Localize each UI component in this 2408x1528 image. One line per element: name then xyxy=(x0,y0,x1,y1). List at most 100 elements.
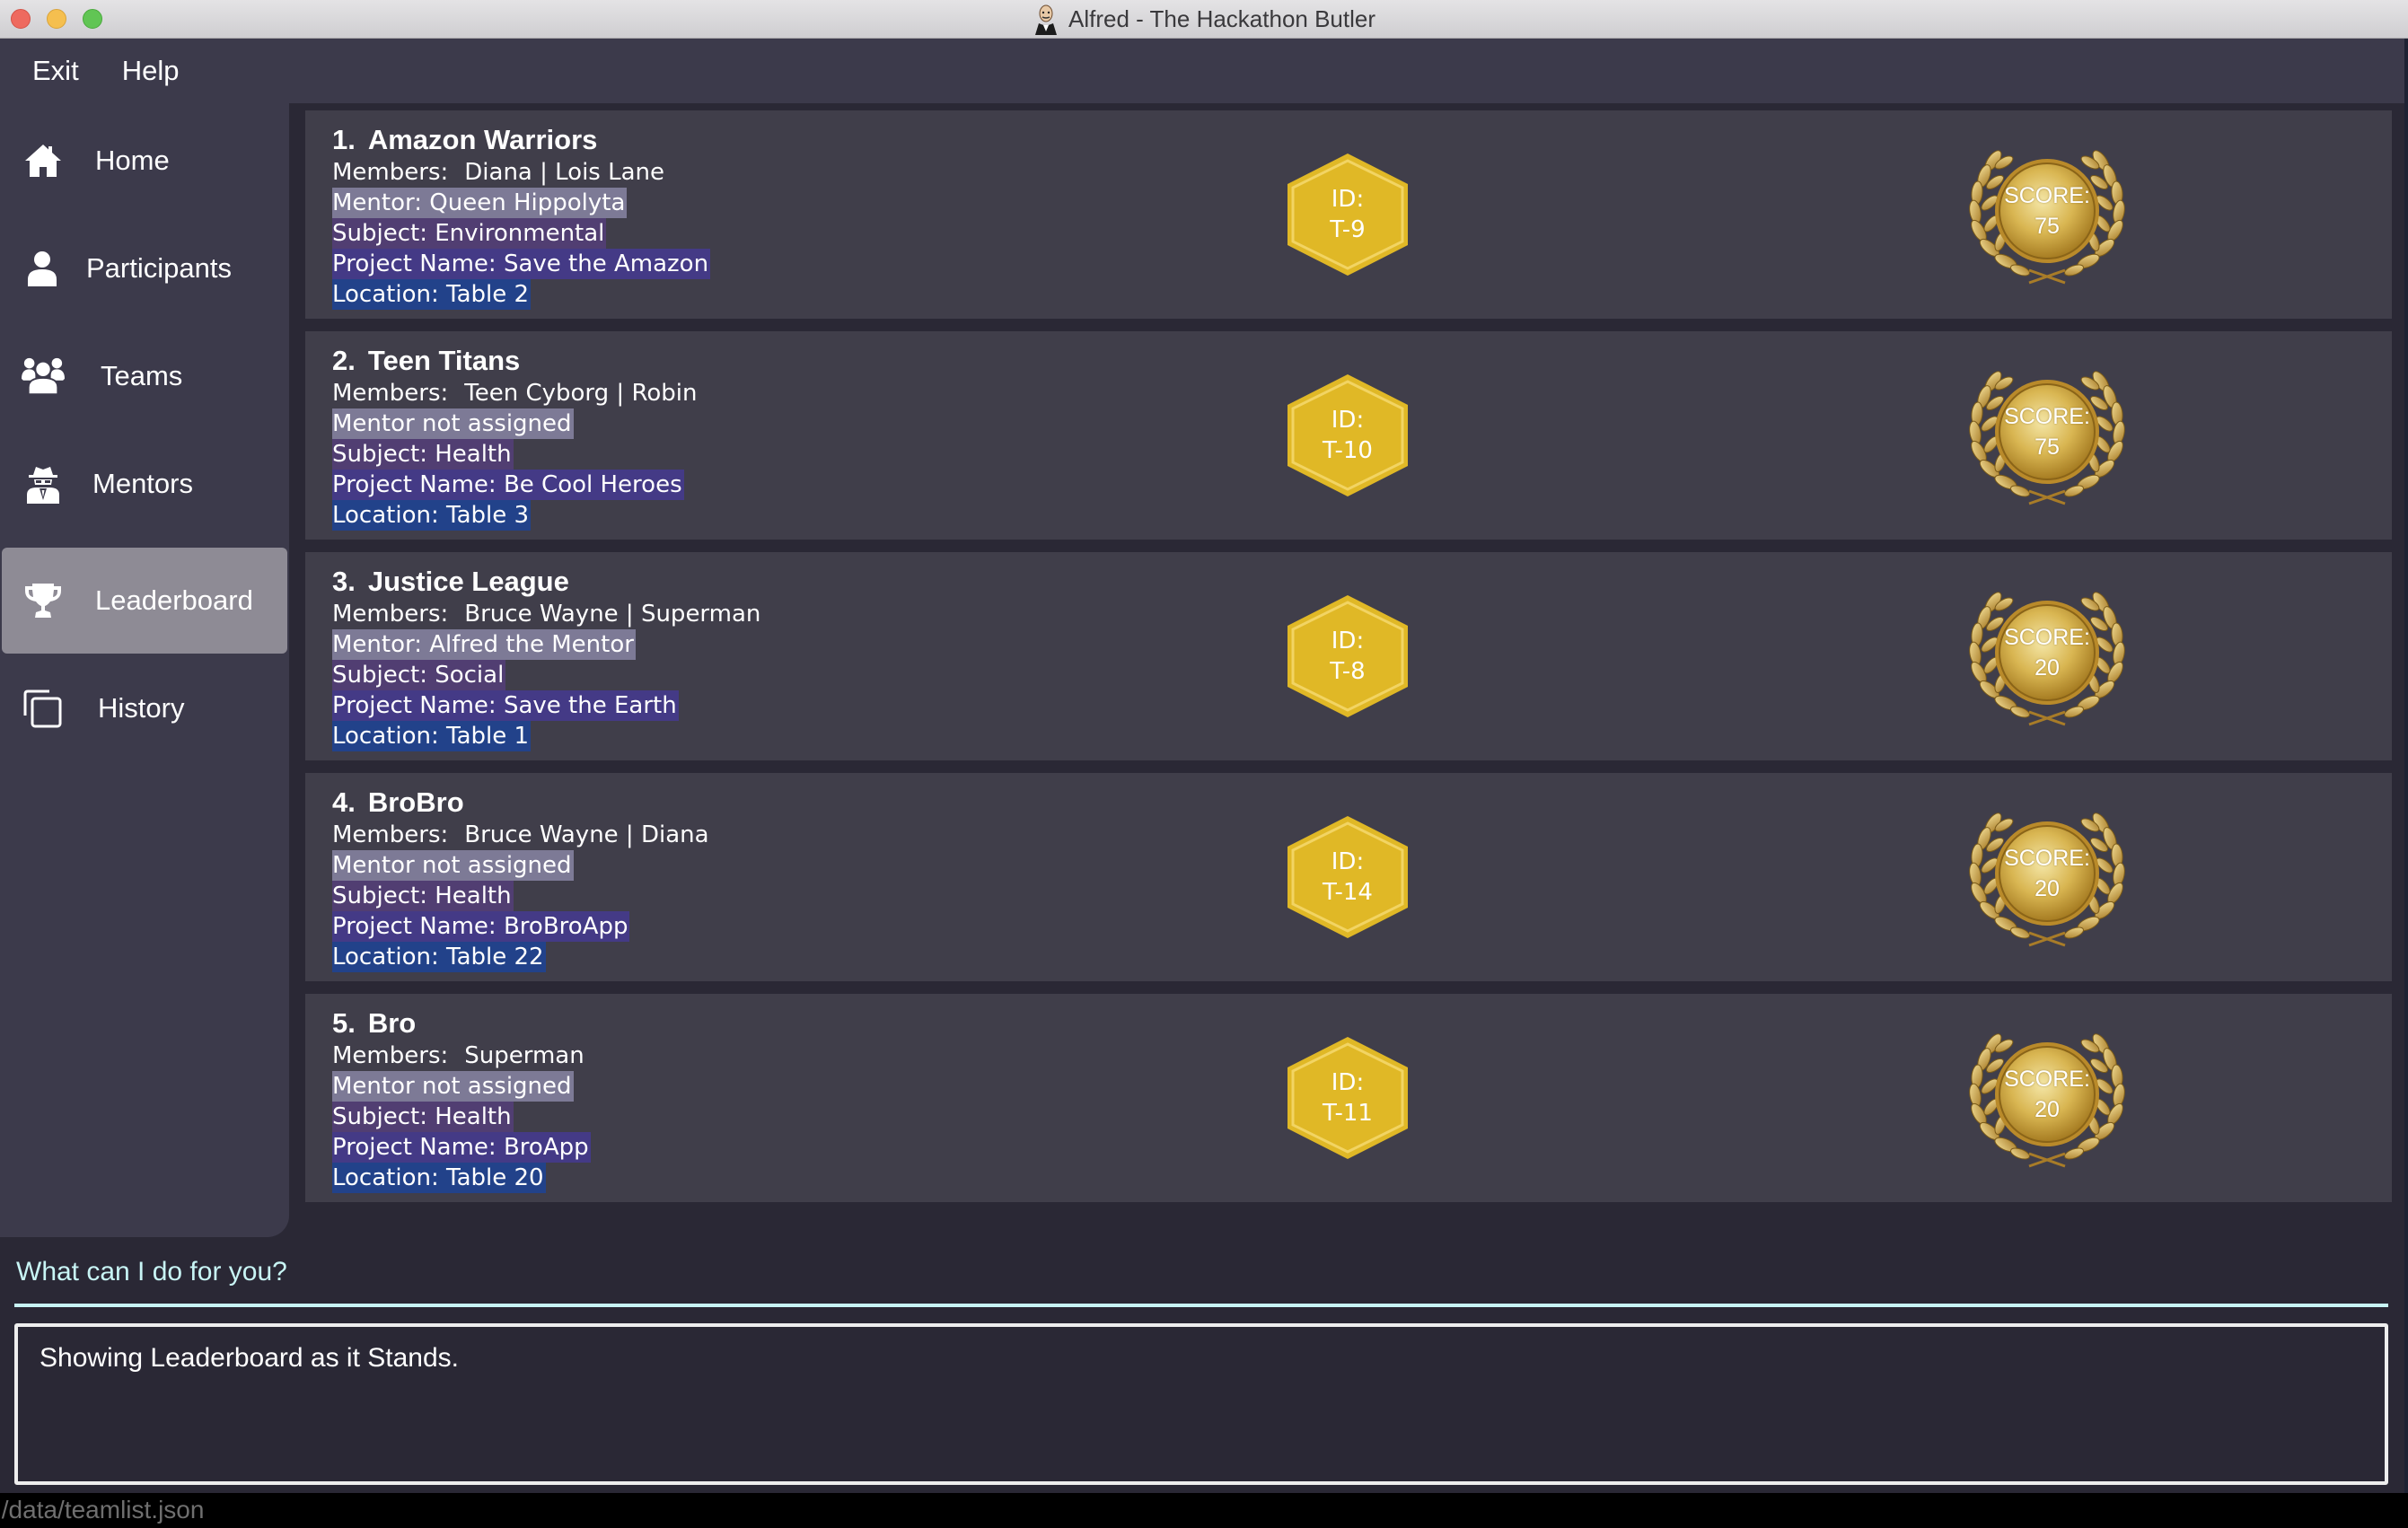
members-label: Members: xyxy=(332,159,449,186)
menu-help[interactable]: Help xyxy=(122,55,180,87)
leaderboard-list[interactable]: 1. Amazon Warriors Members: Diana | Lois L… xyxy=(289,103,2408,1224)
team-score-label: SCORE: xyxy=(2004,846,2090,871)
team-mentor: Mentor not assigned xyxy=(332,1071,574,1102)
team-id-label: ID: xyxy=(1331,628,1365,654)
team-title: 4. BroBro xyxy=(332,786,711,820)
team-rank: 2. xyxy=(332,345,356,376)
team-score-label: SCORE: xyxy=(2004,183,2090,208)
team-mentor: Mentor: Alfred the Mentor xyxy=(332,629,636,660)
team-location: Location: Table 1 xyxy=(332,721,532,751)
team-score-badge: SCORE: 20 xyxy=(1957,577,2137,735)
result-text: Showing Leaderboard as it Stands. xyxy=(40,1343,459,1373)
sidebar-item-leaderboard[interactable]: Leaderboard xyxy=(2,548,287,654)
sidebar-item-label: Home xyxy=(95,145,170,176)
sidebar-item-teams[interactable]: Teams xyxy=(2,323,287,429)
spy-icon xyxy=(22,462,65,505)
team-subject: Subject: Health xyxy=(332,881,514,911)
members-value: Teen Cyborg | Robin xyxy=(464,380,698,407)
team-members: Members: Bruce Wayne | Superman xyxy=(332,599,762,629)
team-rank: 1. xyxy=(332,124,356,155)
team-name: BroBro xyxy=(367,786,464,818)
team-id-label: ID: xyxy=(1331,407,1365,434)
sidebar-item-label: History xyxy=(98,692,185,724)
team-score-value: 75 xyxy=(2034,435,2060,460)
team-subject: Subject: Environmental xyxy=(332,218,607,249)
menu-bar: Exit Help xyxy=(0,39,2408,103)
team-id-value: T-11 xyxy=(1323,1100,1373,1127)
team-project-name: Project Name: BroApp xyxy=(332,1132,591,1163)
sidebar: Home Participants Teams Mentors Leaderbo… xyxy=(0,103,289,1237)
team-details: 3. Justice League Members: Bruce Wayne | S… xyxy=(332,565,762,751)
members-value: Superman xyxy=(464,1042,584,1069)
butler-app-icon xyxy=(1033,4,1059,35)
team-members: Members: Diana | Lois Lane xyxy=(332,157,666,188)
team-title: 1. Amazon Warriors xyxy=(332,123,710,157)
team-card[interactable]: 2. Teen Titans Members: Teen Cyborg | Robi… xyxy=(305,331,2392,540)
members-value: Bruce Wayne | Superman xyxy=(464,601,761,628)
team-card[interactable]: 3. Justice League Members: Bruce Wayne | S… xyxy=(305,552,2392,760)
team-score-label: SCORE: xyxy=(2004,625,2090,650)
sidebar-item-label: Teams xyxy=(101,360,183,391)
user-icon xyxy=(22,247,65,290)
menu-exit[interactable]: Exit xyxy=(32,55,79,87)
team-members: Members: Bruce Wayne | Diana xyxy=(332,820,711,850)
team-id-badge: ID: T-10 xyxy=(1284,373,1411,498)
team-location: Location: Table 20 xyxy=(332,1163,546,1193)
team-card[interactable]: 5. Bro Members: Superman Mentor not assign… xyxy=(305,994,2392,1202)
team-mentor: Mentor not assigned xyxy=(332,408,574,439)
team-project-name: Project Name: Save the Earth xyxy=(332,690,679,721)
members-value: Bruce Wayne | Diana xyxy=(464,821,709,848)
window-title: Alfred - The Hackathon Butler xyxy=(0,0,2408,39)
team-id-label: ID: xyxy=(1331,186,1365,213)
team-name: Teen Titans xyxy=(367,345,521,376)
result-display[interactable]: Showing Leaderboard as it Stands. xyxy=(14,1323,2388,1485)
window-edge xyxy=(2404,39,2408,1493)
sidebar-item-history[interactable]: History xyxy=(2,655,287,761)
team-id-badge: ID: T-14 xyxy=(1284,814,1411,940)
team-score-badge: SCORE: 20 xyxy=(1957,1019,2137,1177)
copy-icon xyxy=(22,687,65,730)
team-name: Amazon Warriors xyxy=(367,124,598,155)
command-input-underline xyxy=(14,1304,2388,1307)
save-file-path: ./data/teamlist.json xyxy=(0,1496,205,1524)
team-location: Location: Table 3 xyxy=(332,500,532,531)
team-mentor: Mentor not assigned xyxy=(332,850,574,881)
sidebar-item-mentors[interactable]: Mentors xyxy=(2,431,287,537)
team-id-badge: ID: T-8 xyxy=(1284,593,1411,719)
command-input[interactable]: What can I do for you? xyxy=(16,1257,287,1287)
sidebar-item-label: Mentors xyxy=(92,468,193,499)
team-rank: 3. xyxy=(332,566,356,597)
team-mentor: Mentor: Queen Hippolyta xyxy=(332,188,628,218)
team-subject: Subject: Health xyxy=(332,439,514,470)
team-score-value: 75 xyxy=(2034,214,2060,239)
sidebar-item-participants[interactable]: Participants xyxy=(2,215,287,321)
team-id-badge: ID: T-9 xyxy=(1284,152,1411,277)
team-details: 4. BroBro Members: Bruce Wayne | Diana Men… xyxy=(332,786,711,972)
team-score-label: SCORE: xyxy=(2004,1067,2090,1092)
team-score-badge: SCORE: 75 xyxy=(1957,136,2137,294)
team-location: Location: Table 2 xyxy=(332,279,532,310)
team-subject: Subject: Health xyxy=(332,1102,514,1132)
team-id-label: ID: xyxy=(1331,1069,1365,1096)
members-label: Members: xyxy=(332,380,449,407)
team-title: 5. Bro xyxy=(332,1006,591,1041)
team-id-badge: ID: T-11 xyxy=(1284,1035,1411,1161)
team-name: Bro xyxy=(367,1007,417,1039)
team-name: Justice League xyxy=(367,566,569,597)
team-members: Members: Teen Cyborg | Robin xyxy=(332,378,699,408)
members-value: Diana | Lois Lane xyxy=(464,159,665,186)
team-subject: Subject: Social xyxy=(332,660,506,690)
team-card[interactable]: 4. BroBro Members: Bruce Wayne | Diana Men… xyxy=(305,773,2392,981)
window-titlebar: Alfred - The Hackathon Butler xyxy=(0,0,2408,39)
team-id-value: T-9 xyxy=(1330,216,1366,243)
team-rank: 5. xyxy=(332,1007,356,1039)
status-bar: ./data/teamlist.json xyxy=(0,1493,2408,1528)
team-score-value: 20 xyxy=(2034,1097,2060,1122)
team-id-value: T-8 xyxy=(1330,658,1366,685)
sidebar-item-home[interactable]: Home xyxy=(2,108,287,214)
members-label: Members: xyxy=(332,821,449,848)
home-icon xyxy=(22,139,65,182)
members-label: Members: xyxy=(332,1042,449,1069)
trophy-icon xyxy=(22,579,65,622)
team-card[interactable]: 1. Amazon Warriors Members: Diana | Lois L… xyxy=(305,110,2392,319)
